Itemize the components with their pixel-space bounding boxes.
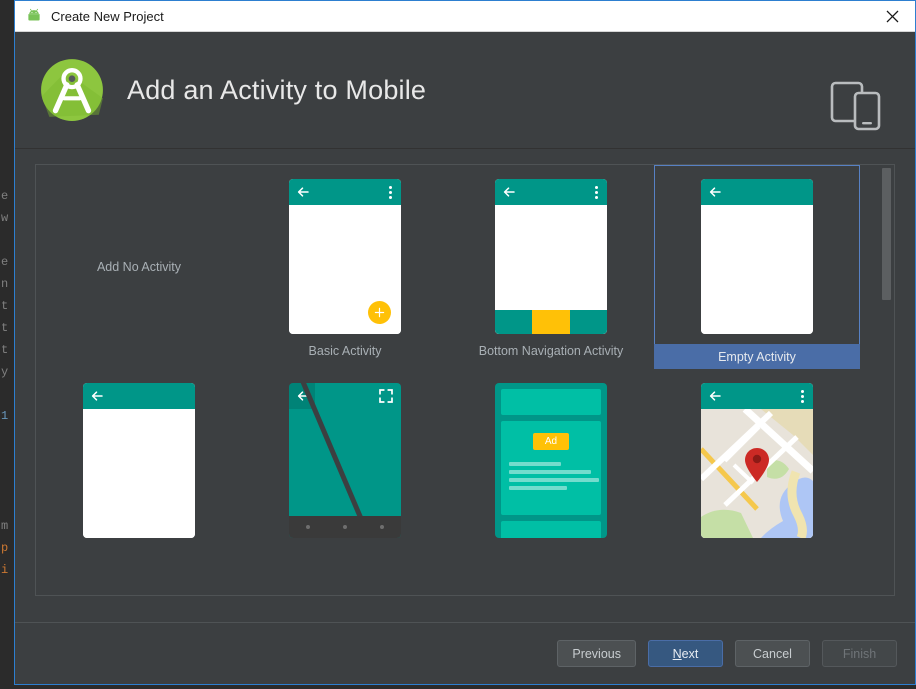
gallery-scrollbar-thumb[interactable] [882, 168, 891, 300]
template-label: Add No Activity [96, 260, 182, 274]
template-thumbnail-fullscreen [289, 383, 401, 538]
ad-text-line [509, 462, 561, 466]
dialog-header: Add an Activity to Mobile [15, 32, 915, 149]
navbar-dot [380, 525, 385, 529]
ad-top-panel [501, 389, 601, 415]
bottomnav-item [495, 310, 533, 334]
ad-main-panel: Ad [501, 421, 601, 515]
template-label-selected-bar: Empty Activity [654, 344, 860, 369]
map-preview [701, 409, 813, 538]
page-title: Add an Activity to Mobile [127, 74, 427, 105]
phone-content [701, 409, 813, 538]
next-label-suffix: ext [681, 646, 699, 661]
activity-gallery-frame: Add No Activity Basic Activity Bottom Na… [35, 164, 895, 596]
plus-icon [374, 307, 385, 318]
back-arrow-icon [503, 187, 515, 197]
bottomnav-item-selected [532, 310, 570, 334]
phone-appbar [701, 179, 813, 205]
phone-mock [289, 179, 401, 334]
template-thumbnail-empty [701, 179, 813, 334]
template-thumbnail-basic [289, 179, 401, 334]
phone-mock [701, 383, 813, 538]
template-label: Empty Activity [718, 349, 796, 364]
phone-content [83, 409, 195, 538]
template-card-maps-activity[interactable] [654, 369, 860, 559]
bottom-navigation-bar [495, 310, 607, 334]
template-card-empty-activity[interactable]: Empty Activity [654, 165, 860, 369]
dialog-title: Create New Project [51, 8, 164, 24]
template-card-add-no-activity[interactable]: Add No Activity [36, 165, 242, 369]
close-x-glyph [886, 10, 898, 22]
phone-appbar [701, 383, 813, 409]
template-card-fullscreen-activity[interactable] [242, 369, 448, 559]
bottomnav-item [569, 310, 607, 334]
back-arrow-icon [297, 187, 309, 197]
template-thumbnail-maps [701, 383, 813, 538]
cancel-button[interactable]: Cancel [735, 640, 810, 667]
expand-fullscreen-icon [379, 389, 393, 403]
template-thumbnail-plain [83, 383, 195, 538]
activity-gallery-grid: Add No Activity Basic Activity Bottom Na… [36, 165, 862, 559]
overflow-menu-icon [595, 186, 598, 199]
template-card-basic-activity[interactable]: Basic Activity [242, 165, 448, 369]
phone-mock [495, 179, 607, 334]
phone-content [495, 205, 607, 334]
phone-appbar [83, 383, 195, 409]
ad-badge: Ad [533, 433, 569, 450]
system-navigation-bar [289, 516, 401, 538]
phone-content [289, 205, 401, 334]
fullscreen-mock [289, 383, 401, 538]
dialog-titlebar: Create New Project [15, 1, 915, 32]
back-arrow-icon [709, 187, 721, 197]
ad-text-line [509, 486, 567, 490]
template-card-row2-1[interactable] [36, 369, 242, 559]
phone-appbar [495, 179, 607, 205]
next-mnemonic: N [672, 646, 682, 661]
phone-mock [83, 383, 195, 538]
template-card-admob-ads-activity[interactable]: Ad [448, 369, 654, 559]
back-arrow-icon [91, 391, 103, 401]
template-thumbnail-ad: Ad [495, 383, 607, 538]
activity-gallery-area: Add No Activity Basic Activity Bottom Na… [15, 149, 915, 609]
screen-root: ewenttty1mpi Create New Project Add an A… [0, 0, 916, 689]
overflow-menu-icon [801, 390, 804, 403]
tablet-phone-icon [830, 81, 881, 131]
back-arrow-icon [709, 391, 721, 401]
create-new-project-dialog: Create New Project Add an Activity to Mo… [14, 0, 916, 685]
next-button[interactable]: Next [648, 640, 723, 667]
navbar-dot [342, 525, 347, 529]
phone-appbar [289, 179, 401, 205]
ad-bottom-panel [501, 521, 601, 538]
ad-text-line [509, 470, 591, 474]
template-thumbnail-bottomnav [495, 179, 607, 334]
template-card-bottom-navigation-activity[interactable]: Bottom Navigation Activity [448, 165, 654, 369]
dialog-footer: Previous Next Cancel Finish [15, 622, 915, 684]
ad-mock: Ad [495, 383, 607, 538]
close-icon[interactable] [869, 1, 915, 31]
finish-button: Finish [822, 640, 897, 667]
template-label: Bottom Navigation Activity [478, 344, 624, 358]
phone-content [701, 205, 813, 334]
overflow-menu-icon [389, 186, 392, 199]
previous-button[interactable]: Previous [557, 640, 636, 667]
phone-mock [701, 179, 813, 334]
ad-text-line [509, 478, 599, 482]
ide-gutter-text: ewenttty1mpi [1, 189, 9, 577]
android-studio-logo [41, 59, 103, 121]
android-robot-icon [28, 8, 40, 21]
template-label: Basic Activity [308, 344, 382, 358]
navbar-dot [305, 525, 310, 529]
gallery-scrollbar[interactable] [882, 168, 891, 592]
floating-action-button-icon [368, 301, 391, 324]
